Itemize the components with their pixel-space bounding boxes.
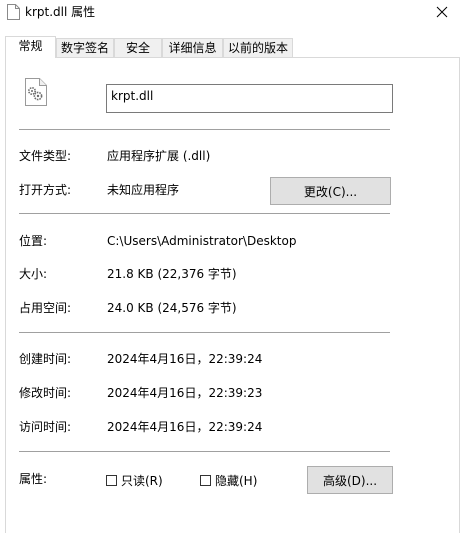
- tab-strip: 常规 数字签名 安全 详细信息 以前的版本: [5, 36, 465, 58]
- title-bar: krpt.dll 属性: [0, 0, 465, 32]
- size-on-disk-label: 占用空间:: [19, 301, 72, 315]
- open-with-label: 打开方式:: [19, 183, 72, 197]
- location-value: C:\Users\Administrator\Desktop: [107, 234, 297, 248]
- advanced-button[interactable]: 高级(D)...: [307, 466, 393, 494]
- tab-digital-signatures[interactable]: 数字签名: [56, 38, 114, 57]
- created-value: 2024年4月16日，22:39:24: [107, 352, 263, 366]
- tab-security[interactable]: 安全: [114, 38, 162, 57]
- hidden-checkbox[interactable]: 隐藏(H): [200, 472, 257, 489]
- size-on-disk-value: 24.0 KB (24,576 字节): [107, 301, 237, 315]
- readonly-checkbox-box[interactable]: [106, 475, 117, 486]
- close-icon: [436, 6, 448, 18]
- divider: [19, 332, 390, 333]
- open-with-value: 未知应用程序: [107, 183, 180, 197]
- tab-previous-versions[interactable]: 以前的版本: [223, 38, 293, 57]
- readonly-checkbox-label: 只读(R): [121, 474, 163, 488]
- location-label: 位置:: [19, 234, 48, 248]
- window-title: krpt.dll 属性: [25, 5, 96, 19]
- file-icon: [7, 4, 20, 20]
- divider: [19, 213, 390, 214]
- divider: [19, 451, 390, 452]
- accessed-label: 访问时间:: [19, 420, 72, 434]
- modified-label: 修改时间:: [19, 386, 72, 400]
- file-type-label: 文件类型:: [19, 149, 72, 163]
- close-button[interactable]: [419, 0, 465, 24]
- accessed-value: 2024年4月16日，22:39:24: [107, 420, 263, 434]
- size-value: 21.8 KB (22,376 字节): [107, 267, 237, 281]
- hidden-checkbox-label: 隐藏(H): [215, 474, 258, 488]
- readonly-checkbox[interactable]: 只读(R): [106, 472, 163, 489]
- attributes-label: 属性:: [19, 472, 48, 486]
- change-button[interactable]: 更改(C)...: [270, 177, 391, 205]
- dll-file-gear-icon: [25, 78, 47, 106]
- filename-input[interactable]: [106, 84, 393, 113]
- hidden-checkbox-box[interactable]: [200, 475, 211, 486]
- file-type-value: 应用程序扩展 (.dll): [107, 149, 211, 163]
- modified-value: 2024年4月16日，22:39:23: [107, 386, 263, 400]
- divider: [19, 129, 390, 130]
- tab-details[interactable]: 详细信息: [162, 38, 223, 57]
- tab-general[interactable]: 常规: [5, 36, 56, 58]
- size-label: 大小:: [19, 267, 48, 281]
- created-label: 创建时间:: [19, 352, 72, 366]
